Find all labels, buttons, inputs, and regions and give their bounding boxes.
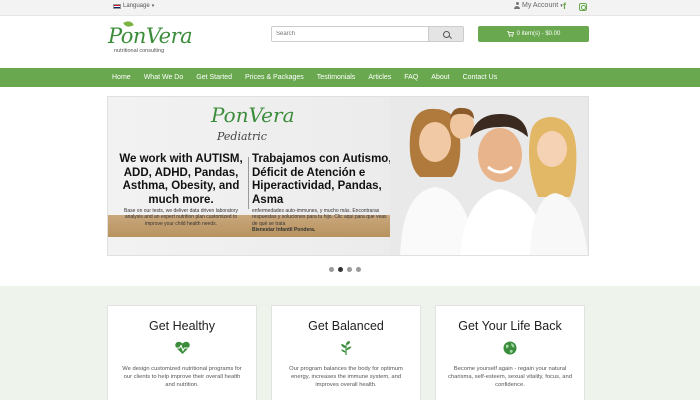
carousel-dot-2[interactable]	[338, 267, 343, 272]
facebook-icon[interactable]: f	[563, 1, 566, 11]
nav-home[interactable]: Home	[112, 74, 131, 81]
language-label: Language	[123, 3, 150, 9]
heartbeat-icon	[174, 340, 190, 356]
nav-prices-packages[interactable]: Prices & Packages	[245, 74, 304, 81]
account-label: My Account	[522, 2, 559, 9]
search-button[interactable]	[428, 27, 463, 41]
slide-body-es: enfermedades auto-immunes, y mucho más. …	[252, 208, 387, 233]
carousel-dot-3[interactable]	[347, 267, 352, 272]
search-bar	[271, 26, 464, 42]
site-logo[interactable]: PonVera nutritional consulting	[108, 19, 193, 54]
feature-title: Get Healthy	[148, 319, 215, 333]
feature-card-get-healthy[interactable]: Get Healthy We design customized nutriti…	[107, 305, 257, 400]
top-bar: Language ▾ My Account ▾ f	[0, 0, 700, 16]
feature-text: We design customized nutritional program…	[122, 366, 242, 388]
feature-card-get-balanced[interactable]: Get Balanced Our program balances the bo…	[271, 305, 421, 400]
leaf-icon	[338, 340, 354, 356]
cart-icon	[506, 31, 514, 37]
search-input[interactable]	[272, 27, 428, 41]
slide-logo: PonVera	[211, 103, 295, 127]
cart-button[interactable]: 0 item(s) - $0.00	[478, 26, 589, 42]
search-icon	[442, 30, 450, 38]
globe-icon	[502, 340, 518, 356]
slide-heading-es: Trabajamos con Autismo, Déficit de Atenc…	[252, 153, 392, 206]
slide-divider	[248, 157, 249, 209]
nav-testimonials[interactable]: Testimonials	[317, 74, 356, 81]
nav-faq[interactable]: FAQ	[404, 74, 418, 81]
slide-heading-en: We work with AUTISM, ADD, ADHD, Pandas, …	[119, 153, 243, 206]
nav-articles[interactable]: Articles	[368, 74, 391, 81]
carousel-dot-4[interactable]	[356, 267, 361, 272]
nav-about[interactable]: About	[431, 74, 449, 81]
family-photo	[390, 97, 588, 255]
nav-contact-us[interactable]: Contact Us	[463, 74, 498, 81]
logo-tagline: nutritional consulting	[114, 48, 165, 54]
feature-text: Become yourself again - regain your natu…	[448, 366, 572, 388]
carousel-indicators	[329, 267, 361, 272]
feature-text: Our program balances the body for optimu…	[289, 366, 403, 388]
instagram-icon[interactable]	[579, 3, 587, 11]
slide-body-es-bold: Bienestar Infantil Pondera.	[252, 226, 316, 233]
my-account-menu[interactable]: My Account ▾	[514, 2, 563, 9]
caret-down-icon: ▾	[151, 3, 155, 9]
logo-wordmark: PonVera	[108, 24, 193, 48]
nav-what-we-do[interactable]: What We Do	[144, 74, 184, 81]
language-selector[interactable]: Language ▾	[113, 3, 154, 9]
carousel-dot-1[interactable]	[329, 267, 334, 272]
features-section: Get Healthy We design customized nutriti…	[0, 286, 700, 400]
user-icon	[514, 2, 520, 9]
feature-title: Get Balanced	[308, 319, 384, 333]
hero-slider[interactable]: PonVera Pediatric We work with AUTISM, A…	[107, 96, 589, 256]
cart-label: 0 item(s) - $0.00	[516, 31, 561, 37]
main-nav: Home What We Do Get Started Prices & Pac…	[0, 68, 700, 87]
uk-flag-icon	[113, 3, 121, 9]
slide-logo-sub: Pediatric	[217, 130, 267, 143]
feature-card-get-your-life-back[interactable]: Get Your Life Back Become yourself again…	[435, 305, 585, 400]
slide-body-en: Base on our tests, we deliver data drive…	[124, 208, 238, 227]
slide-body-es-text: enfermedades auto-immunes, y mucho más. …	[252, 208, 387, 227]
feature-title: Get Your Life Back	[458, 319, 562, 333]
nav-get-started[interactable]: Get Started	[196, 74, 232, 81]
